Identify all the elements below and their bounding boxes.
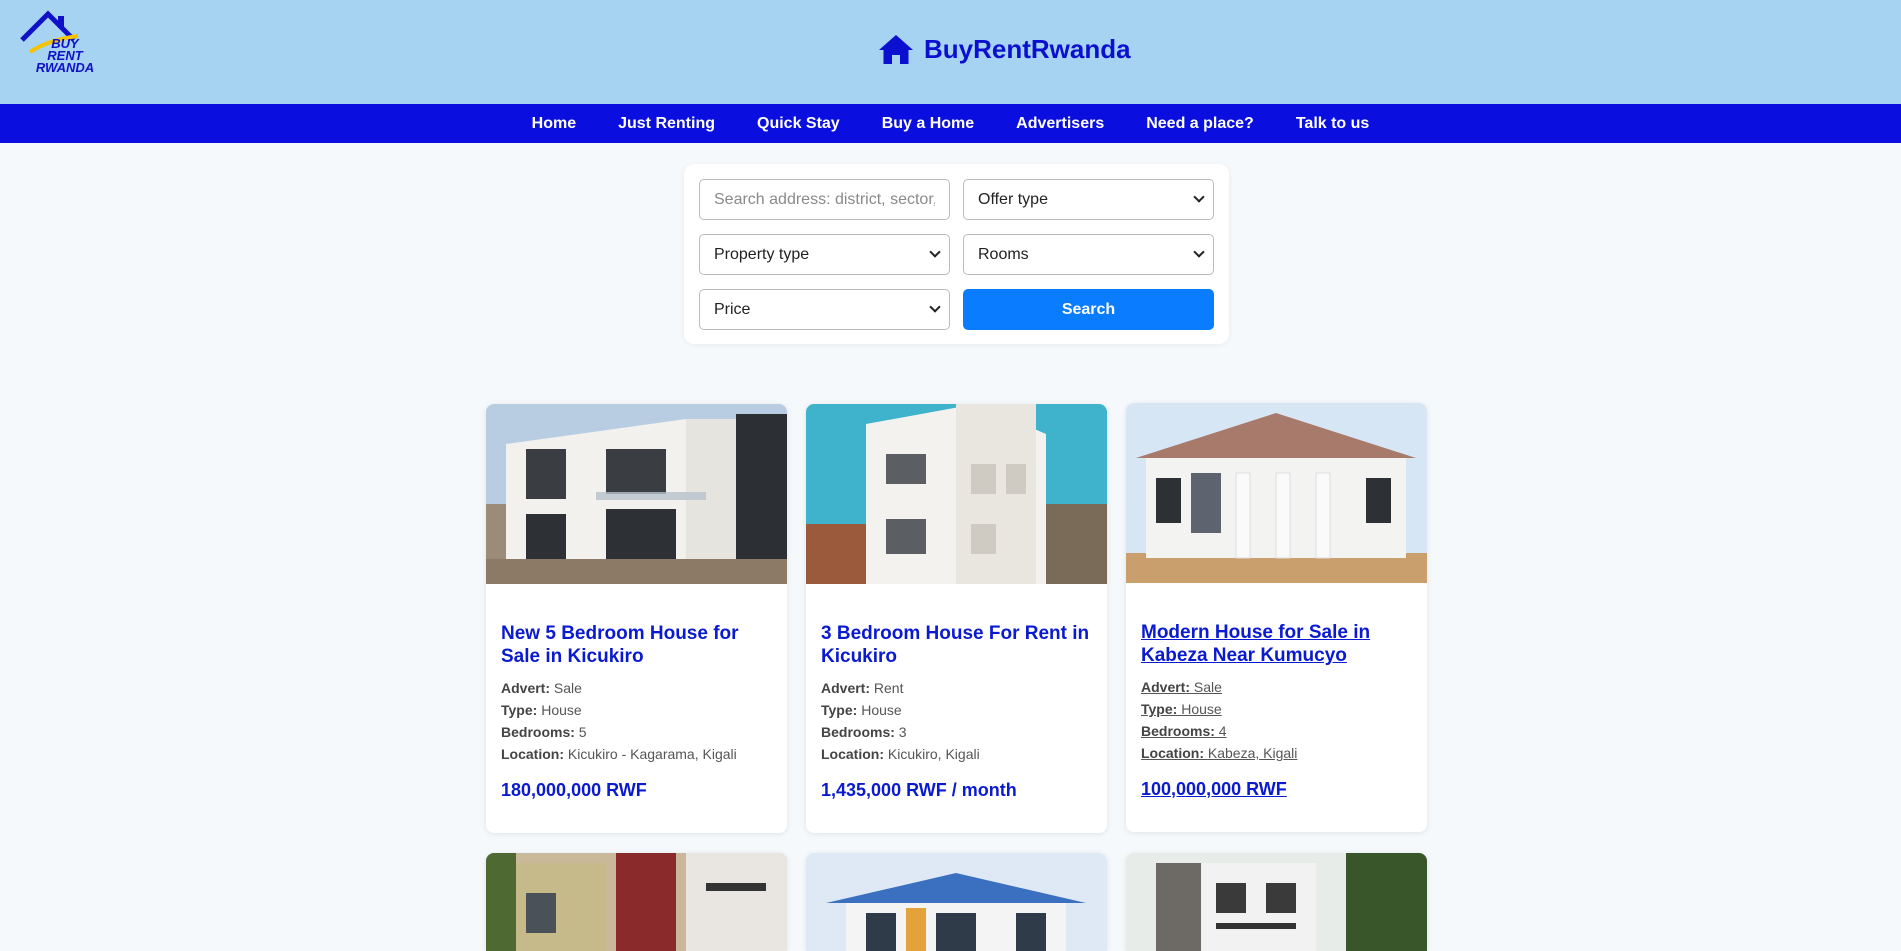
listing-advert: Advert: Sale — [1141, 676, 1412, 698]
listing-card[interactable]: New 5 Bedroom House for Sale in Kicukiro… — [486, 404, 787, 833]
logo-text: BUY RENT RWANDA — [30, 37, 100, 75]
offer-type-select[interactable]: Offer type — [963, 179, 1214, 220]
nav-item-home[interactable]: Home — [532, 115, 576, 133]
search-panel: Search address: district, sector, c Offe… — [684, 164, 1229, 344]
chevron-down-icon — [1193, 246, 1205, 258]
logo-word-rwanda: RWANDA — [35, 60, 95, 75]
advert-value: Sale — [1193, 679, 1222, 695]
nav-item-quick-stay[interactable]: Quick Stay — [757, 115, 840, 133]
main-nav: Home Just Renting Quick Stay Buy a Home … — [0, 104, 1901, 143]
listing-type: Type: House — [1141, 698, 1412, 720]
nav-item-just-renting[interactable]: Just Renting — [618, 115, 715, 133]
house-icon — [879, 35, 913, 64]
brand-name: BuyRentRwanda — [924, 33, 1131, 64]
offer-type-value: Offer type — [978, 190, 1048, 208]
listing-advert: Advert: Sale — [501, 677, 772, 699]
nav-item-advertisers[interactable]: Advertisers — [1016, 115, 1104, 133]
address-search-placeholder: Search address: district, sector, c — [714, 190, 935, 208]
nav-item-need-a-place[interactable]: Need a place? — [1146, 115, 1254, 133]
location-value: Kabeza, Kigali — [1207, 745, 1298, 761]
listing-price: 100,000,000 RWF — [1141, 779, 1287, 799]
brand[interactable]: BuyRentRwanda — [878, 33, 1131, 65]
location-value: Kicukiro - Kagarama, Kigali — [567, 746, 737, 762]
type-label: Type: — [501, 702, 538, 718]
listing-location: Location: Kicukiro - Kagarama, Kigali — [501, 743, 772, 765]
location-value: Kicukiro, Kigali — [887, 746, 980, 762]
chevron-down-icon — [1193, 191, 1205, 203]
nav-item-talk-to-us[interactable]: Talk to us — [1296, 115, 1370, 133]
type-value: House — [861, 702, 902, 718]
listing-bedrooms: Bedrooms: 4 — [1141, 720, 1412, 742]
listing-photo[interactable] — [806, 853, 1107, 951]
bedrooms-value: 4 — [1218, 723, 1227, 739]
listing-bedrooms: Bedrooms: 3 — [821, 721, 1092, 743]
bedrooms-value: 5 — [578, 724, 587, 740]
chevron-down-icon — [929, 246, 941, 258]
price-value: Price — [714, 300, 751, 318]
bedrooms-label: Bedrooms: — [1141, 723, 1215, 739]
advert-label: Advert: — [821, 680, 871, 696]
listing-title[interactable]: 3 Bedroom House For Rent in Kicukiro — [821, 622, 1092, 668]
advert-label: Advert: — [501, 680, 551, 696]
advert-value: Sale — [553, 680, 582, 696]
type-value: House — [541, 702, 582, 718]
listing-photo[interactable] — [1126, 853, 1427, 951]
listing-title[interactable]: New 5 Bedroom House for Sale in Kicukiro — [501, 622, 772, 668]
listing-location: Location: Kicukiro, Kigali — [821, 743, 1092, 765]
listing-card[interactable] — [806, 853, 1107, 951]
listing-photo[interactable] — [486, 404, 787, 584]
listing-bedrooms: Bedrooms: 5 — [501, 721, 772, 743]
listing-photo[interactable] — [1126, 403, 1427, 583]
listing-card[interactable] — [1126, 853, 1427, 951]
advert-label: Advert: — [1141, 679, 1191, 695]
listing-advert: Advert: Rent — [821, 677, 1092, 699]
rooms-value: Rooms — [978, 245, 1029, 263]
bedrooms-label: Bedrooms: — [821, 724, 895, 740]
bedrooms-label: Bedrooms: — [501, 724, 575, 740]
advert-value: Rent — [873, 680, 904, 696]
listing-type: Type: House — [501, 699, 772, 721]
search-button[interactable]: Search — [963, 289, 1214, 330]
listing-location: Location: Kabeza, Kigali — [1141, 742, 1412, 764]
listing-type: Type: House — [821, 699, 1092, 721]
bedrooms-value: 3 — [898, 724, 907, 740]
site-logo[interactable]: BUY RENT RWANDA — [18, 10, 98, 74]
listing-card[interactable] — [486, 853, 787, 951]
listing-card[interactable]: 3 Bedroom House For Rent in Kicukiro Adv… — [806, 404, 1107, 833]
property-type-value: Property type — [714, 245, 810, 263]
nav-item-buy-a-home[interactable]: Buy a Home — [882, 115, 974, 133]
listing-photo[interactable] — [806, 404, 1107, 584]
type-value: House — [1181, 701, 1222, 717]
rooms-select[interactable]: Rooms — [963, 234, 1214, 275]
property-type-select[interactable]: Property type — [699, 234, 950, 275]
location-label: Location: — [501, 746, 564, 762]
site-header: BUY RENT RWANDA BuyRentRwanda — [0, 0, 1901, 104]
chevron-down-icon — [929, 301, 941, 313]
listing-price: 1,435,000 RWF / month — [821, 780, 1017, 800]
listing-price: 180,000,000 RWF — [501, 780, 647, 800]
listing-photo[interactable] — [486, 853, 787, 951]
location-label: Location: — [1141, 745, 1204, 761]
type-label: Type: — [821, 702, 858, 718]
type-label: Type: — [1141, 701, 1178, 717]
location-label: Location: — [821, 746, 884, 762]
address-search-input[interactable]: Search address: district, sector, c — [699, 179, 950, 220]
listing-card[interactable]: Modern House for Sale in Kabeza Near Kum… — [1126, 403, 1427, 832]
price-select[interactable]: Price — [699, 289, 950, 330]
listing-title[interactable]: Modern House for Sale in Kabeza Near Kum… — [1141, 621, 1412, 667]
